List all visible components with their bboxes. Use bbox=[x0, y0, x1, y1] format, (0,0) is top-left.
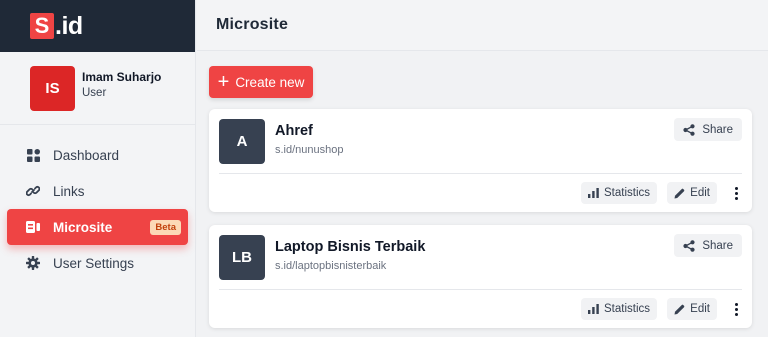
sidebar-item-user-settings[interactable]: User Settings bbox=[7, 245, 188, 281]
share-icon bbox=[683, 239, 695, 252]
more-options-icon[interactable] bbox=[732, 300, 740, 318]
logo-text[interactable]: .id bbox=[55, 12, 83, 41]
logo-mark[interactable]: S bbox=[30, 13, 54, 39]
card-header: LB Laptop Bisnis Terbaik s.id/laptopbisn… bbox=[219, 225, 742, 290]
share-button[interactable]: Share bbox=[674, 118, 742, 141]
page-title: Microsite bbox=[216, 16, 289, 33]
sidebar-item-microsite[interactable]: Microsite Beta bbox=[7, 209, 188, 245]
pencil-icon bbox=[674, 304, 685, 315]
logo-bar: S .id bbox=[0, 0, 195, 52]
link-icon bbox=[26, 184, 40, 198]
share-button[interactable]: Share bbox=[674, 234, 742, 257]
card-header: A Ahref s.id/nunushop Share bbox=[219, 109, 742, 174]
bar-chart-icon bbox=[587, 188, 599, 198]
sidebar-item-links[interactable]: Links bbox=[7, 173, 188, 209]
pencil-icon bbox=[674, 188, 685, 199]
bar-chart-icon bbox=[587, 304, 599, 314]
beta-badge: Beta bbox=[150, 220, 181, 235]
user-meta: Imam Suharjo User bbox=[82, 66, 161, 99]
sidebar-nav: Dashboard Links Microsite Beta User Sett… bbox=[0, 125, 195, 281]
microsite-url[interactable]: s.id/nunushop bbox=[275, 144, 344, 156]
user-name: Imam Suharjo bbox=[82, 70, 162, 84]
user-role: User bbox=[82, 87, 107, 99]
edit-button[interactable]: Edit bbox=[667, 298, 717, 320]
statistics-button[interactable]: Statistics bbox=[580, 298, 657, 320]
sidebar-item-label: User Settings bbox=[53, 255, 135, 271]
statistics-label: Statistics bbox=[603, 187, 650, 199]
share-label: Share bbox=[702, 239, 733, 252]
card-actions: Statistics Edit bbox=[209, 290, 752, 328]
edit-button[interactable]: Edit bbox=[667, 182, 717, 204]
edit-label: Edit bbox=[690, 187, 710, 199]
statistics-button[interactable]: Statistics bbox=[580, 182, 657, 204]
user-profile: IS Imam Suharjo User bbox=[0, 52, 195, 125]
sidebar-item-label: Links bbox=[53, 183, 85, 199]
main-content: Microsite + Create new A Ahref s.id/nunu… bbox=[197, 0, 768, 337]
sidebar-item-label: Microsite bbox=[53, 219, 113, 235]
statistics-label: Statistics bbox=[603, 303, 650, 315]
more-options-icon[interactable] bbox=[732, 184, 740, 202]
microsite-title[interactable]: Laptop Bisnis Terbaik bbox=[275, 239, 425, 255]
gear-icon bbox=[26, 256, 40, 270]
dashboard-icon bbox=[26, 148, 40, 162]
sidebar-item-dashboard[interactable]: Dashboard bbox=[7, 137, 188, 173]
avatar[interactable]: IS bbox=[30, 66, 75, 111]
create-new-button[interactable]: + Create new bbox=[209, 66, 313, 98]
page-header: Microsite bbox=[197, 0, 768, 51]
microsite-title[interactable]: Ahref bbox=[275, 123, 313, 139]
microsite-avatar[interactable]: LB bbox=[219, 235, 265, 280]
card-actions: Statistics Edit bbox=[209, 174, 752, 212]
microsite-url[interactable]: s.id/laptopbisnisterbaik bbox=[275, 260, 386, 272]
microsite-icon bbox=[26, 220, 40, 234]
share-icon bbox=[683, 123, 695, 136]
microsite-card: A Ahref s.id/nunushop Share Statistics E… bbox=[209, 109, 752, 212]
edit-label: Edit bbox=[690, 303, 710, 315]
microsite-avatar[interactable]: A bbox=[219, 119, 265, 164]
sidebar-item-label: Dashboard bbox=[53, 147, 120, 163]
sidebar: S .id IS Imam Suharjo User Dashboard Lin… bbox=[0, 0, 196, 337]
create-new-label: Create new bbox=[235, 74, 305, 90]
plus-icon: + bbox=[217, 71, 230, 93]
microsite-card: LB Laptop Bisnis Terbaik s.id/laptopbisn… bbox=[209, 225, 752, 328]
share-label: Share bbox=[702, 123, 733, 136]
